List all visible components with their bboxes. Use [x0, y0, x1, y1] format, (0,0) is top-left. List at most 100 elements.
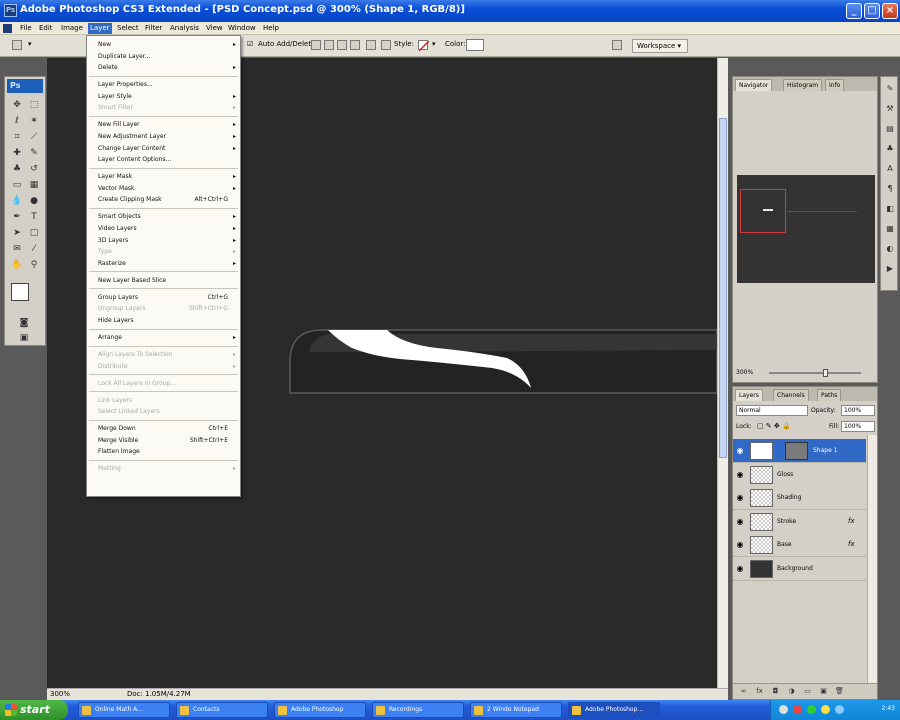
- menu-view[interactable]: View: [204, 23, 225, 34]
- layer-effects-icon[interactable]: fx: [848, 540, 855, 548]
- add-mask-icon[interactable]: ◘: [771, 687, 780, 696]
- hand-tool-icon[interactable]: ✋: [10, 259, 24, 271]
- tab-layers[interactable]: Layers: [735, 389, 763, 401]
- swatches-icon[interactable]: ▦: [884, 223, 896, 234]
- layer-thumbnail[interactable]: [750, 442, 773, 460]
- intersect-shape-icon[interactable]: [337, 40, 347, 50]
- taskbar-button[interactable]: Adobe Photoshop...: [568, 702, 660, 718]
- vector-mask-thumbnail[interactable]: [785, 442, 808, 460]
- move-tool-icon[interactable]: ✥: [10, 99, 24, 111]
- layer-menu-item[interactable]: Smart Objects ▸: [87, 211, 240, 222]
- screen-mode-icon[interactable]: ▣: [17, 332, 31, 344]
- paragraph-icon[interactable]: ¶: [884, 183, 896, 194]
- quick-mask-icon[interactable]: ◙: [17, 317, 31, 329]
- layer-thumbnail[interactable]: [750, 489, 773, 507]
- style-arrow-icon[interactable]: ▾: [432, 40, 436, 48]
- visibility-eye-icon[interactable]: ◉: [735, 446, 745, 456]
- view-box[interactable]: [740, 189, 786, 233]
- layer-thumbnail[interactable]: [750, 465, 773, 484]
- tray-icon-security[interactable]: [793, 705, 802, 714]
- menu-image[interactable]: Image: [59, 23, 85, 34]
- brush-panel-icon[interactable]: ✎: [884, 83, 896, 94]
- menu-file[interactable]: File: [18, 23, 34, 34]
- style-icon[interactable]: [381, 40, 391, 50]
- palette-well-icon[interactable]: [612, 40, 622, 50]
- visibility-eye-icon[interactable]: ◉: [735, 517, 745, 527]
- menu-help[interactable]: Help: [261, 23, 281, 34]
- foreground-color[interactable]: [11, 283, 29, 301]
- blur-tool-icon[interactable]: 💧: [10, 195, 24, 207]
- styles-icon[interactable]: ◧: [884, 203, 896, 214]
- layer-thumbnail[interactable]: [750, 512, 773, 531]
- add-style-icon[interactable]: fx: [755, 687, 764, 696]
- zoom-tool-icon[interactable]: ⚲: [27, 259, 41, 271]
- crop-tool-icon[interactable]: ⌗: [10, 131, 24, 143]
- link-layers-icon[interactable]: ∞: [739, 687, 748, 696]
- layer-row[interactable]: ◉ Shading: [733, 486, 866, 510]
- opacity-field[interactable]: 100%: [841, 405, 875, 416]
- eyedropper-tool-icon[interactable]: ⁄: [27, 243, 41, 255]
- path-selection-tool-icon[interactable]: ➤: [10, 227, 24, 239]
- layer-menu-item[interactable]: Group Layers Ctrl+G: [87, 292, 240, 303]
- layer-name[interactable]: Background: [777, 565, 813, 572]
- navigator-preview[interactable]: [737, 175, 875, 283]
- visibility-eye-icon[interactable]: ◉: [735, 493, 745, 503]
- taskbar-button[interactable]: Online Math A...: [78, 702, 170, 718]
- blend-mode-select[interactable]: Normal: [736, 405, 808, 416]
- layer-name[interactable]: Base: [777, 541, 792, 548]
- taskbar-button[interactable]: Adobe Photoshop: [274, 702, 366, 718]
- notes-tool-icon[interactable]: ✉: [10, 243, 24, 255]
- layer-menu-item[interactable]: Flatten Image: [87, 446, 240, 457]
- layer-row[interactable]: ◉ Background: [733, 556, 866, 581]
- new-group-icon[interactable]: ▭: [803, 687, 812, 696]
- layer-menu-item[interactable]: Delete ▸: [87, 62, 240, 73]
- layer-menu-item[interactable]: Duplicate Layer...: [87, 51, 240, 62]
- tab-paths[interactable]: Paths: [817, 389, 842, 401]
- brush-tool-icon[interactable]: ✎: [27, 147, 41, 159]
- layer-name[interactable]: Gloss: [777, 471, 793, 478]
- close-button[interactable]: ×: [882, 3, 898, 19]
- layer-menu-item[interactable]: New Fill Layer ▸: [87, 119, 240, 130]
- layer-menu-item[interactable]: New ▸: [87, 39, 240, 50]
- clone-source-icon[interactable]: ♣: [884, 143, 896, 154]
- layer-menu-item[interactable]: Change Layer Content ▸: [87, 143, 240, 154]
- layer-thumbnail[interactable]: [750, 536, 773, 554]
- link-icon[interactable]: [366, 40, 376, 50]
- layer-menu-item[interactable]: Layer Properties...: [87, 79, 240, 90]
- lock-icons[interactable]: ▢ ✎ ✥ 🔒: [757, 422, 791, 430]
- color-swatches[interactable]: [11, 283, 41, 311]
- tab-channels[interactable]: Channels: [773, 389, 809, 401]
- history-brush-tool-icon[interactable]: ↺: [27, 163, 41, 175]
- taskbar-button[interactable]: Recordings: [372, 702, 464, 718]
- color-swatch[interactable]: [466, 39, 484, 51]
- layer-menu-item[interactable]: Video Layers ▸: [87, 223, 240, 234]
- menu-filter[interactable]: Filter: [143, 23, 164, 34]
- type-tool-icon[interactable]: T: [27, 211, 41, 223]
- gradient-tool-icon[interactable]: ▦: [27, 179, 41, 191]
- subtract-shape-icon[interactable]: [324, 40, 334, 50]
- layer-menu-item[interactable]: Merge Down Ctrl+E: [87, 423, 240, 434]
- layer-row[interactable]: ◉ Shape 1: [733, 439, 866, 463]
- layer-effects-icon[interactable]: fx: [848, 517, 855, 525]
- layer-name[interactable]: Stroke: [777, 518, 796, 525]
- maximize-button[interactable]: □: [864, 3, 880, 19]
- pen-tool-icon[interactable]: ✒: [10, 211, 24, 223]
- clone-stamp-tool-icon[interactable]: ♣: [10, 163, 24, 175]
- menu-edit[interactable]: Edit: [37, 23, 55, 34]
- style-picker[interactable]: [418, 40, 429, 51]
- layer-menu-item[interactable]: Vector Mask ▸: [87, 183, 240, 194]
- workspace-button[interactable]: Workspace ▾: [632, 39, 688, 53]
- menu-window[interactable]: Window: [226, 23, 258, 34]
- layer-menu-item[interactable]: Rasterize ▸: [87, 258, 240, 269]
- menu-layer[interactable]: Layer: [88, 23, 112, 34]
- layer-menu-item[interactable]: Merge Visible Shift+Ctrl+E: [87, 435, 240, 446]
- color-panel-icon[interactable]: ◐: [884, 243, 896, 254]
- tray-icon-volume[interactable]: [821, 705, 830, 714]
- delete-layer-icon[interactable]: 🗑: [835, 687, 844, 696]
- visibility-eye-icon[interactable]: ◉: [735, 470, 745, 480]
- layer-row[interactable]: ◉ Base fx: [733, 533, 866, 557]
- exclude-shape-icon[interactable]: [350, 40, 360, 50]
- auto-add-delete-checkbox[interactable]: ☑: [247, 40, 253, 48]
- layer-comps-icon[interactable]: ▤: [884, 123, 896, 134]
- scroll-thumb[interactable]: [719, 118, 727, 458]
